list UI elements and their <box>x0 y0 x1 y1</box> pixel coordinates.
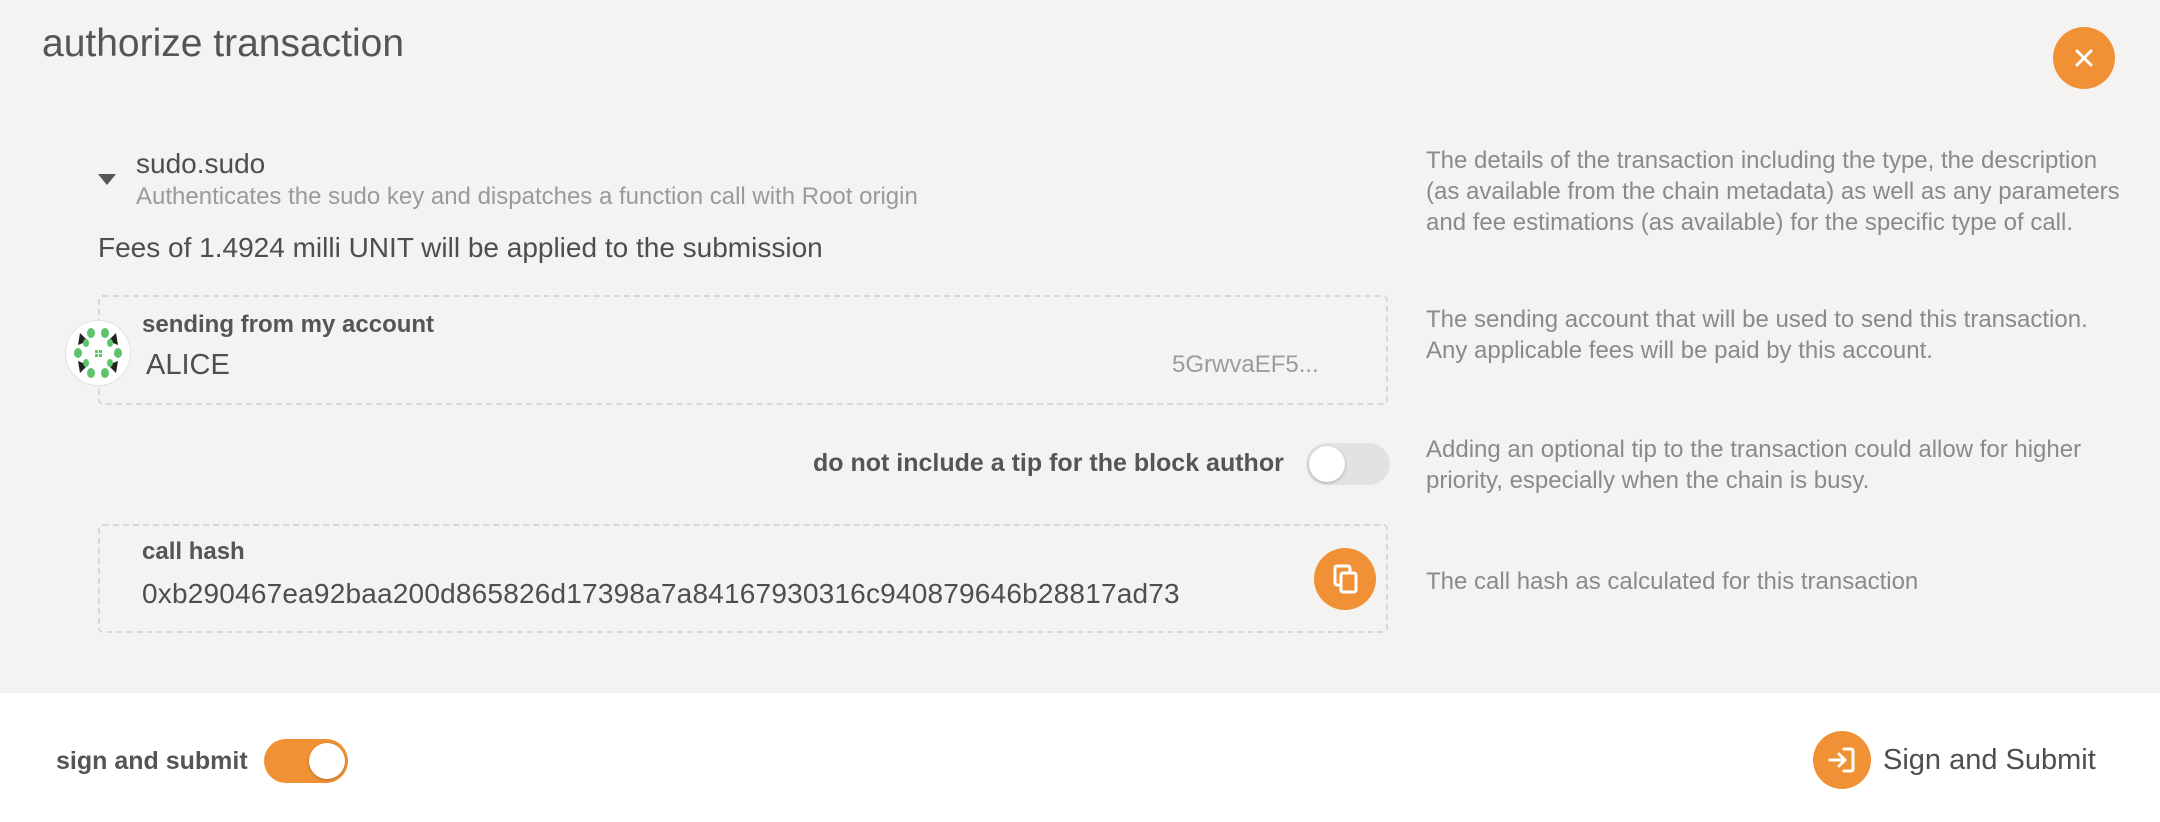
modal-content: authorize transaction sudo.sudo Authenti… <box>0 0 2160 693</box>
account-address: 5GrwvaEF5... <box>1172 351 1319 378</box>
call-description: Authenticates the sudo key and dispatche… <box>136 183 918 210</box>
account-selector[interactable]: sending from my account ALICE 5GrwvaEF5.… <box>98 295 1388 405</box>
call-hash-label: call hash <box>142 538 245 565</box>
sign-and-submit-button[interactable]: Sign and Submit <box>1813 731 2096 789</box>
tip-toggle-label: do not include a tip for the block autho… <box>813 449 1284 477</box>
modal-title: authorize transaction <box>42 22 405 65</box>
call-name: sudo.sudo <box>136 148 266 179</box>
submit-button-label: Sign and Submit <box>1883 743 2096 776</box>
sign-and-submit-label: sign and submit <box>56 747 248 775</box>
call-hash-box: call hash 0xb290467ea92baa200d865826d173… <box>98 524 1388 633</box>
tip-toggle[interactable] <box>1306 443 1390 485</box>
help-hash: The call hash as calculated for this tra… <box>1426 568 1919 595</box>
tip-toggle-knob <box>1309 446 1345 482</box>
sign-and-submit-toggle[interactable] <box>264 739 348 783</box>
account-label: sending from my account <box>142 311 435 338</box>
help-tip: Adding an optional tip to the transactio… <box>1426 436 2082 494</box>
authorize-transaction-modal: authorize transaction sudo.sudo Authenti… <box>0 0 2160 822</box>
help-account: The sending account that will be used to… <box>1426 306 2088 364</box>
copy-hash-button[interactable] <box>1314 548 1376 610</box>
call-hash-value: 0xb290467ea92baa200d865826d17398a7a84167… <box>142 578 1180 609</box>
sign-toggle-knob <box>309 743 345 779</box>
collapse-caret-icon[interactable] <box>98 174 116 185</box>
copy-icon <box>1333 564 1358 594</box>
fees-text: Fees of 1.4924 milli UNIT will be applie… <box>98 232 823 263</box>
close-button[interactable] <box>2053 27 2115 89</box>
sign-in-icon <box>1813 731 1871 789</box>
account-name: ALICE <box>146 349 230 381</box>
account-avatar-identicon <box>65 320 131 386</box>
help-call: The details of the transaction including… <box>1426 147 2120 236</box>
close-icon <box>2075 49 2093 67</box>
